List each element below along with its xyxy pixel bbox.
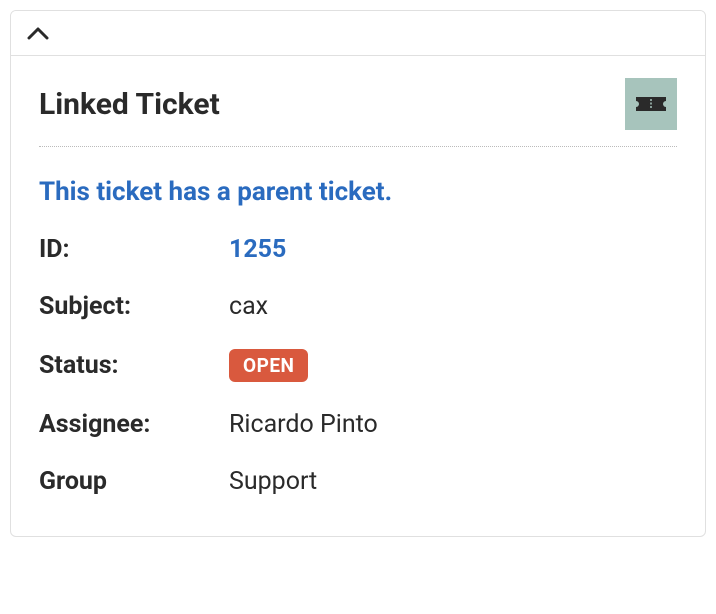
status-badge: OPEN	[229, 349, 308, 382]
subject-label: Subject:	[39, 292, 229, 321]
subject-value: cax	[229, 292, 268, 321]
status-label: Status:	[39, 351, 229, 380]
group-label: Group	[39, 467, 229, 496]
panel-collapse-header[interactable]	[11, 11, 705, 56]
field-row-group: Group Support	[39, 467, 677, 496]
parent-ticket-notice: This ticket has a parent ticket.	[39, 177, 677, 207]
field-row-id: ID: 1255	[39, 235, 677, 264]
field-row-status: Status: OPEN	[39, 349, 677, 382]
field-row-subject: Subject: cax	[39, 292, 677, 321]
id-value-link[interactable]: 1255	[229, 235, 286, 264]
linked-ticket-panel: Linked Ticket This ticket has a parent t…	[10, 10, 706, 537]
chevron-up-icon	[27, 21, 49, 45]
group-value: Support	[229, 467, 317, 496]
field-row-assignee: Assignee: Ricardo Pinto	[39, 410, 677, 439]
assignee-value: Ricardo Pinto	[229, 410, 378, 439]
id-label: ID:	[39, 235, 229, 264]
panel-title: Linked Ticket	[39, 87, 220, 122]
title-row: Linked Ticket	[39, 78, 677, 147]
panel-body: Linked Ticket This ticket has a parent t…	[11, 56, 705, 536]
status-value: OPEN	[229, 349, 308, 382]
ticket-icon	[625, 78, 677, 130]
assignee-label: Assignee:	[39, 410, 229, 439]
